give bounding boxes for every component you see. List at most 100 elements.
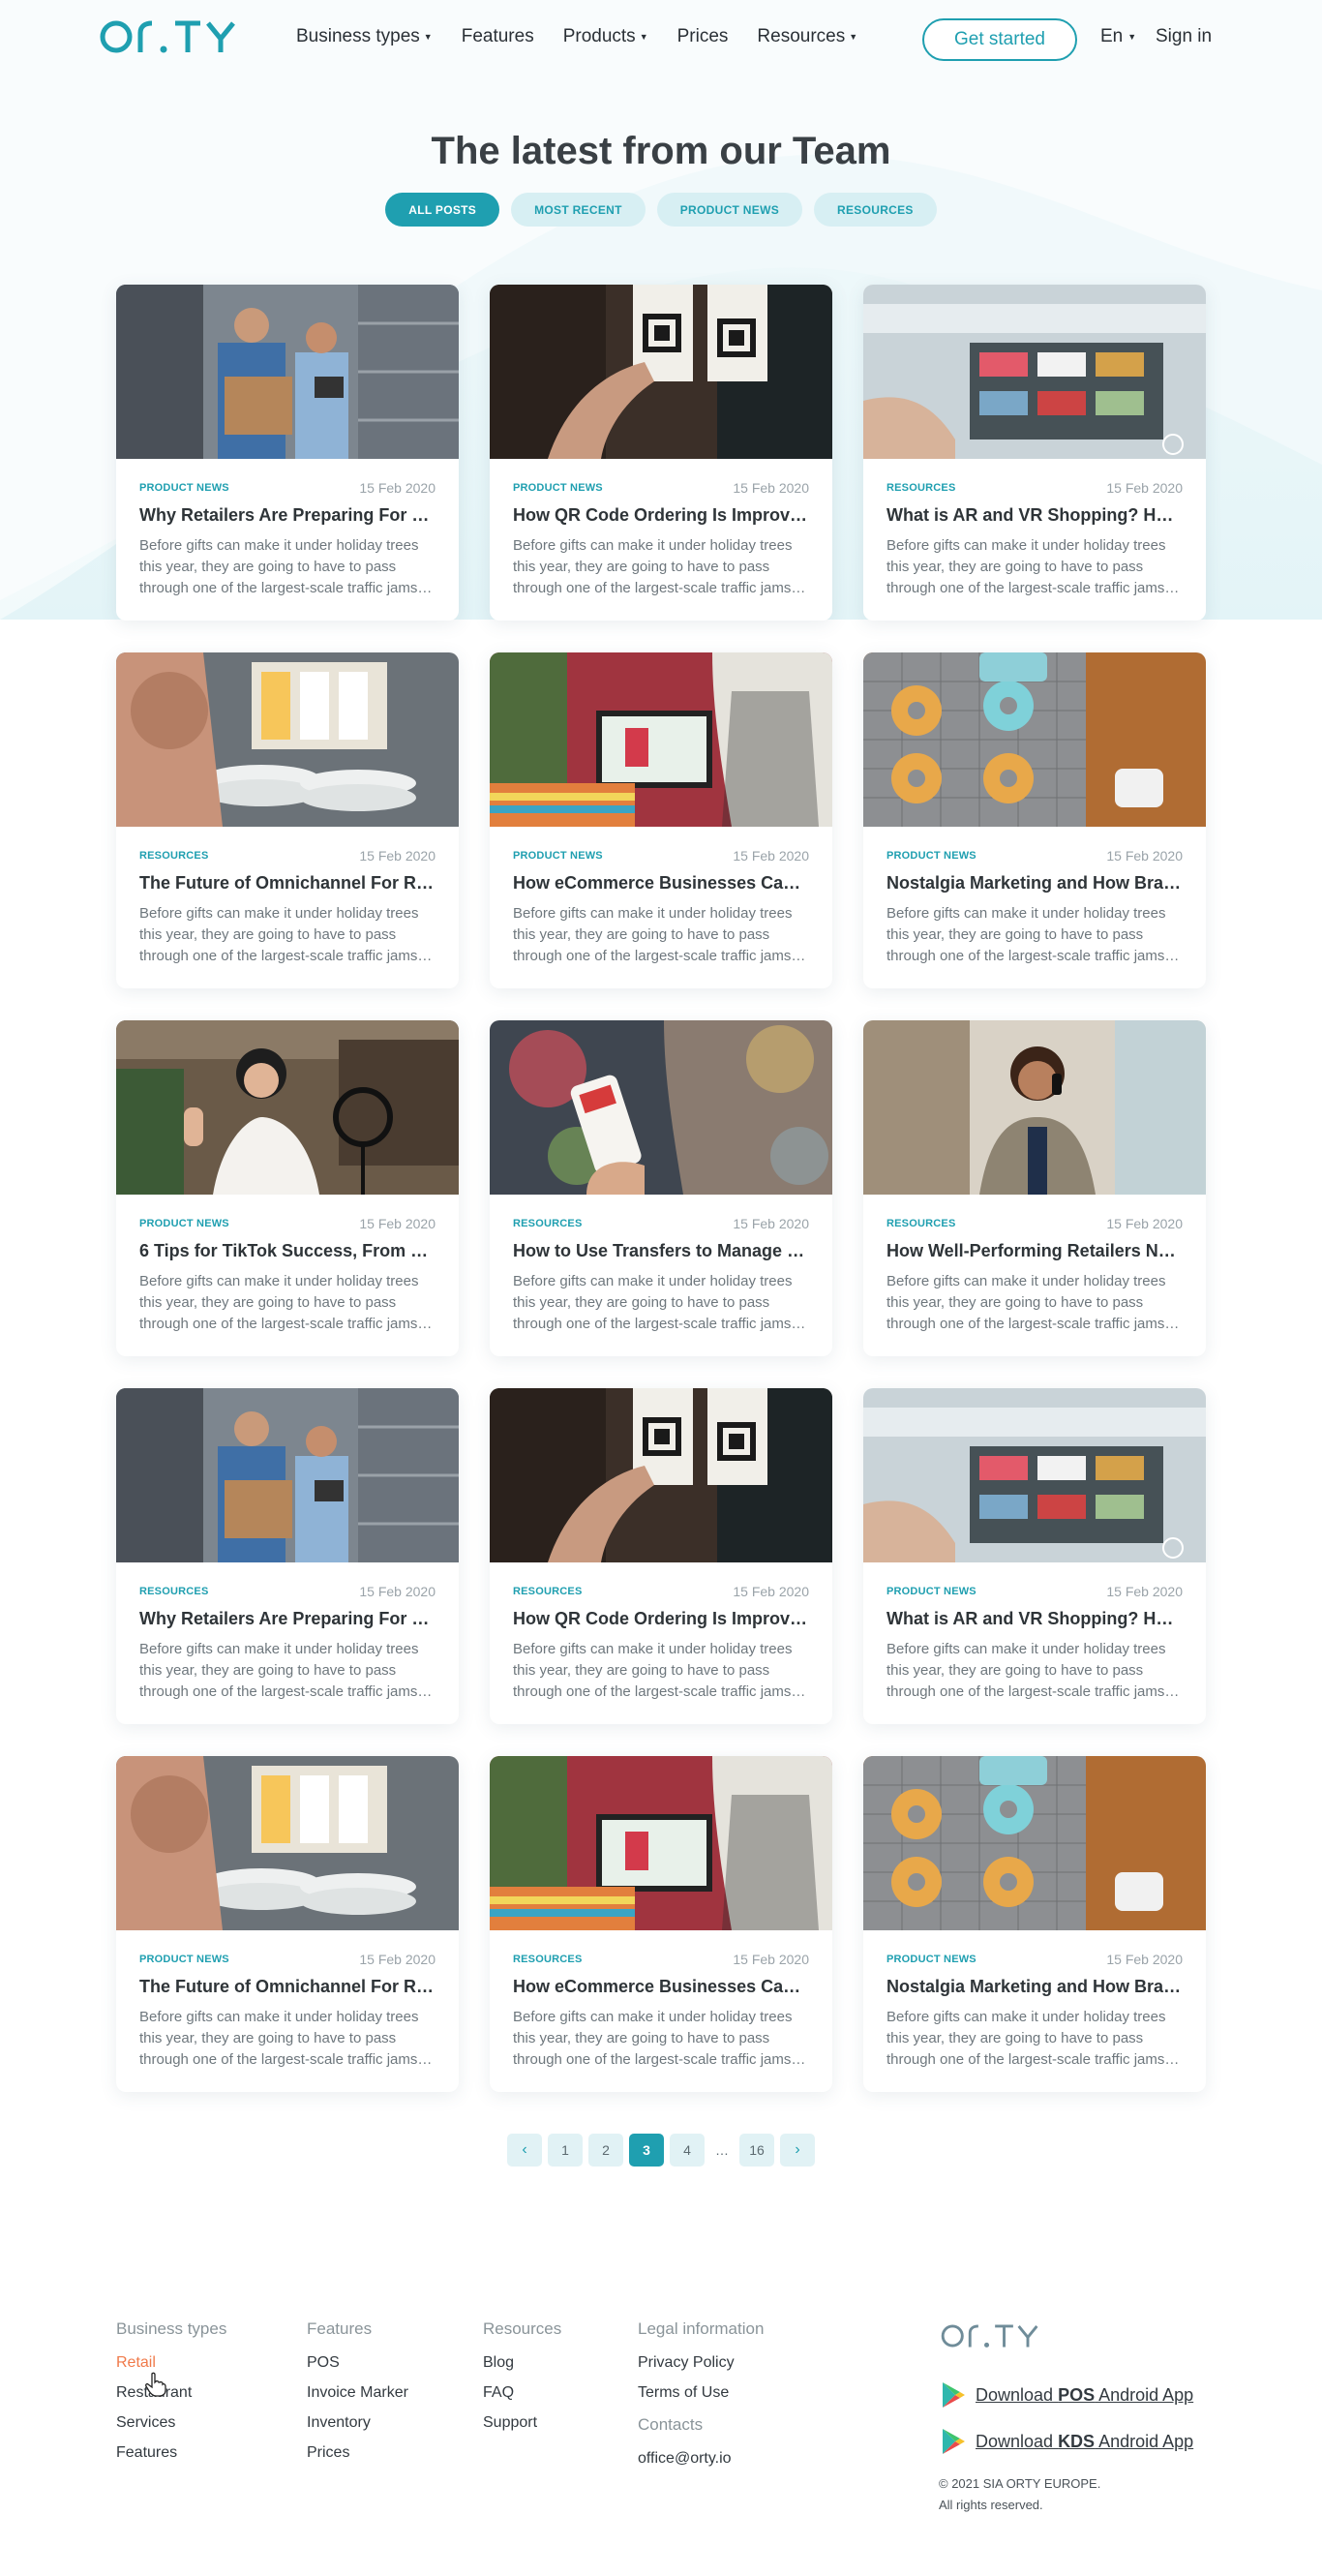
footer-link-inventory[interactable]: Inventory (307, 2414, 408, 2432)
post-thumbnail[interactable] (490, 285, 832, 459)
post-category: PRODUCT NEWS (139, 1218, 229, 1229)
download-kds-app-link[interactable]: Download KDS Android App (941, 2428, 1193, 2455)
post-thumbnail[interactable] (490, 1388, 832, 1562)
post-thumbnail[interactable] (116, 1756, 459, 1930)
post-body: PRODUCT NEWS 15 Feb 2020 Why Retailers A… (116, 459, 459, 599)
footer-heading: Resources (483, 2319, 562, 2338)
post-meta: PRODUCT NEWS 15 Feb 2020 (513, 480, 809, 496)
blog-post-card[interactable]: PRODUCT NEWS 15 Feb 2020 Why Retailers A… (116, 285, 459, 621)
nav-products[interactable]: Products ▼ (563, 26, 648, 47)
post-title[interactable]: How eCommerce Businesses Can Grow (513, 1977, 809, 1997)
blog-post-card[interactable]: RESOURCES 15 Feb 2020 How eCommerce Busi… (490, 1756, 832, 2092)
post-thumbnail[interactable] (116, 1388, 459, 1562)
post-title[interactable]: What is AR and VR Shopping? How It Works (886, 1609, 1183, 1629)
post-thumbnail[interactable] (863, 1756, 1206, 1930)
blog-post-card[interactable]: PRODUCT NEWS 15 Feb 2020 Nostalgia Marke… (863, 1756, 1206, 2092)
footer-link-features[interactable]: Features (116, 2444, 226, 2462)
post-title[interactable]: What is AR and VR Shopping? How It Works (886, 505, 1183, 526)
pagination-page-1[interactable]: 1 (548, 2134, 583, 2167)
post-thumbnail[interactable] (490, 1020, 832, 1195)
blog-post-card[interactable]: PRODUCT NEWS 15 Feb 2020 6 Tips for TikT… (116, 1020, 459, 1356)
pagination-page-last[interactable]: 16 (739, 2134, 774, 2167)
post-date: 15 Feb 2020 (359, 480, 436, 496)
language-selector[interactable]: En ▼ (1100, 26, 1136, 47)
blog-post-card[interactable]: PRODUCT NEWS 15 Feb 2020 How eCommerce B… (490, 652, 832, 988)
footer-link-prices[interactable]: Prices (307, 2444, 408, 2462)
caret-down-icon: ▼ (1127, 32, 1137, 42)
post-thumbnail[interactable] (863, 652, 1206, 827)
blog-post-card[interactable]: RESOURCES 15 Feb 2020 How to Use Transfe… (490, 1020, 832, 1356)
pagination-page-2[interactable]: 2 (588, 2134, 623, 2167)
post-thumbnail[interactable] (116, 285, 459, 459)
footer-link-restaurant[interactable]: Restaurant (116, 2384, 226, 2402)
blog-post-card[interactable]: PRODUCT NEWS 15 Feb 2020 The Future of O… (116, 1756, 459, 2092)
get-started-button[interactable]: Get started (922, 18, 1077, 61)
footer-heading: Features (307, 2319, 373, 2338)
pagination-next-button[interactable]: › (780, 2134, 815, 2167)
footer-link-terms[interactable]: Terms of Use (638, 2384, 764, 2402)
blog-post-card[interactable]: PRODUCT NEWS 15 Feb 2020 How QR Code Ord… (490, 285, 832, 621)
posts-grid: PRODUCT NEWS 15 Feb 2020 Why Retailers A… (116, 285, 1206, 2092)
blog-post-card[interactable]: RESOURCES 15 Feb 2020 How QR Code Orderi… (490, 1388, 832, 1724)
nav-prices[interactable]: Prices (677, 26, 729, 47)
post-title[interactable]: Why Retailers Are Preparing For a New No… (139, 1609, 436, 1629)
sign-in-link[interactable]: Sign in (1156, 26, 1212, 47)
footer-link-pos[interactable]: POS (307, 2354, 408, 2372)
post-title[interactable]: How QR Code Ordering Is Improving Restau… (513, 1609, 809, 1629)
post-date: 15 Feb 2020 (1106, 1584, 1183, 1599)
post-body: RESOURCES 15 Feb 2020 How Well-Performin… (863, 1195, 1206, 1335)
post-meta: PRODUCT NEWS 15 Feb 2020 (139, 1216, 436, 1231)
post-title[interactable]: How to Use Transfers to Manage Stock (513, 1241, 809, 1261)
blog-post-card[interactable]: RESOURCES 15 Feb 2020 What is AR and VR … (863, 285, 1206, 621)
blog-post-card[interactable]: PRODUCT NEWS 15 Feb 2020 What is AR and … (863, 1388, 1206, 1724)
filter-most-recent[interactable]: MOST RECENT (511, 193, 646, 227)
download-kds-label: Download KDS Android App (976, 2431, 1194, 2451)
post-thumbnail[interactable] (863, 1388, 1206, 1562)
pagination-page-4[interactable]: 4 (670, 2134, 705, 2167)
footer-link-privacy-policy[interactable]: Privacy Policy (638, 2354, 764, 2372)
post-title[interactable]: The Future of Omnichannel For Retail (139, 873, 436, 894)
post-date: 15 Feb 2020 (1106, 848, 1183, 864)
blog-post-card[interactable]: RESOURCES 15 Feb 2020 The Future of Omni… (116, 652, 459, 988)
footer-link-faq[interactable]: FAQ (483, 2384, 561, 2402)
pagination-page-current[interactable]: 3 (629, 2134, 664, 2167)
footer-link-services[interactable]: Services (116, 2414, 226, 2432)
post-thumbnail[interactable] (116, 1020, 459, 1195)
post-excerpt: Before gifts can make it under holiday t… (139, 1641, 434, 1700)
post-excerpt: Before gifts can make it under holiday t… (139, 1273, 434, 1332)
nav-resources[interactable]: Resources ▼ (757, 26, 857, 47)
post-title[interactable]: Nostalgia Marketing and How Brands Use I… (886, 873, 1183, 894)
filter-all-posts[interactable]: ALL POSTS (385, 193, 500, 227)
download-pos-app-link[interactable]: Download POS Android App (941, 2381, 1193, 2409)
post-thumbnail[interactable] (863, 285, 1206, 459)
filter-product-news[interactable]: PRODUCT NEWS (656, 193, 803, 227)
post-thumbnail[interactable] (116, 652, 459, 827)
footer-link-support[interactable]: Support (483, 2414, 561, 2432)
post-category: RESOURCES (886, 482, 956, 494)
blog-post-card[interactable]: RESOURCES 15 Feb 2020 Why Retailers Are … (116, 1388, 459, 1724)
post-excerpt: Before gifts can make it under holiday t… (513, 2009, 807, 2068)
post-body: PRODUCT NEWS 15 Feb 2020 How QR Code Ord… (490, 459, 832, 599)
footer-email-link[interactable]: office@orty.io (638, 2450, 764, 2468)
post-thumbnail[interactable] (863, 1020, 1206, 1195)
post-thumbnail[interactable] (490, 1756, 832, 1930)
post-title[interactable]: How eCommerce Businesses Can Grow (513, 873, 809, 894)
post-title[interactable]: How Well-Performing Retailers Navigate (886, 1241, 1183, 1261)
footer-link-blog[interactable]: Blog (483, 2354, 561, 2372)
post-title[interactable]: Nostalgia Marketing and How Brands Use I… (886, 1977, 1183, 1997)
footer-orty-logo[interactable] (941, 2321, 1045, 2350)
post-title[interactable]: 6 Tips for TikTok Success, From Brands (139, 1241, 436, 1261)
nav-features[interactable]: Features (462, 26, 534, 47)
nav-business-types[interactable]: Business types ▼ (296, 26, 433, 47)
orty-logo[interactable] (100, 17, 245, 56)
footer-link-retail[interactable]: Retail (116, 2354, 226, 2372)
filter-resources[interactable]: RESOURCES (814, 193, 937, 227)
footer-link-invoice-marker[interactable]: Invoice Marker (307, 2384, 408, 2402)
blog-post-card[interactable]: PRODUCT NEWS 15 Feb 2020 Nostalgia Marke… (863, 652, 1206, 988)
blog-post-card[interactable]: RESOURCES 15 Feb 2020 How Well-Performin… (863, 1020, 1206, 1356)
pagination-prev-button[interactable]: ‹ (507, 2134, 542, 2167)
post-thumbnail[interactable] (490, 652, 832, 827)
post-title[interactable]: Why Retailers Are Preparing For a New No… (139, 505, 436, 526)
post-title[interactable]: The Future of Omnichannel For Retail (139, 1977, 436, 1997)
post-title[interactable]: How QR Code Ordering Is Improving Restau… (513, 505, 809, 526)
